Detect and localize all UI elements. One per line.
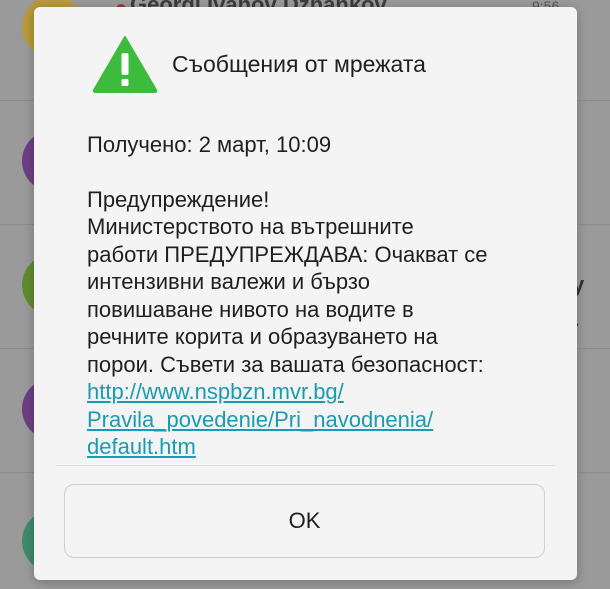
ok-button[interactable]: OK (64, 484, 545, 558)
message-line: порои. Съвети за вашата безопасност: (87, 351, 484, 377)
dialog-title: Съобщения от мрежата (172, 51, 426, 77)
divider (56, 465, 555, 466)
message-line: Предупреждение! (87, 186, 270, 212)
message-line: речните корита и образуването на (87, 324, 438, 349)
safety-link[interactable]: Pravila_povedenie/Pri_navodnenia/ (87, 406, 547, 434)
dialog-header: Съобщения от мрежата (34, 7, 577, 117)
warning-triangle-icon (92, 36, 158, 93)
message-line: работи ПРЕДУПРЕЖДАВА: Очакват се (87, 241, 488, 267)
network-message-dialog: Съобщения от мрежата Получено: 2 март, 1… (34, 7, 577, 580)
safety-link[interactable]: default.htm (87, 433, 547, 461)
dialog-message: Получено: 2 март, 10:09 Предупреждение! … (87, 131, 547, 461)
message-line: повишаване нивото на водите в (87, 296, 414, 322)
received-timestamp: Получено: 2 март, 10:09 (87, 132, 332, 157)
safety-link[interactable]: http://www.nspbzn.mvr.bg/ (87, 378, 547, 406)
message-line: интензивни валежи и бързо (87, 269, 370, 294)
message-line: Министерството на вътрешните (87, 214, 414, 239)
screen: Georgi Ivanov Dzhankov 9:56 у . Съобщени… (0, 0, 610, 589)
